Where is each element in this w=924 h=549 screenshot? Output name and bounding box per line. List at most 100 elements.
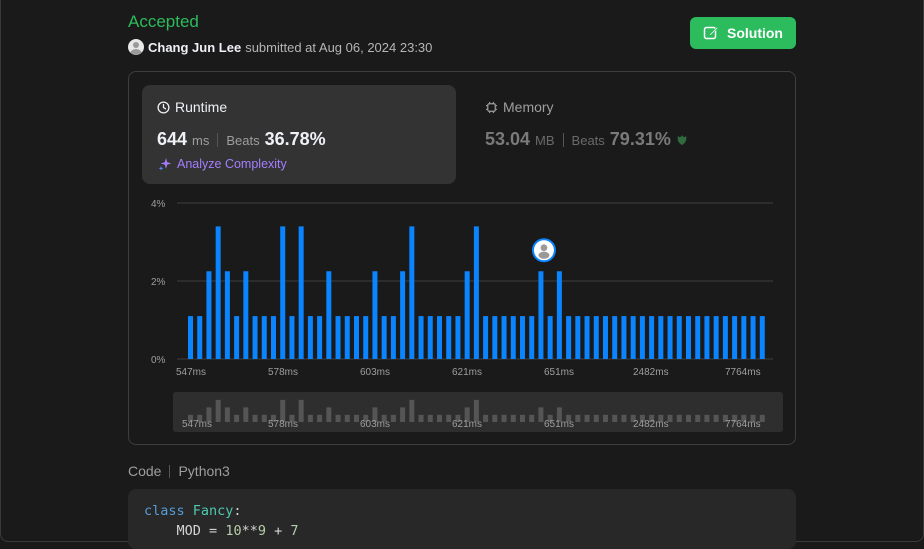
chart-bar[interactable] bbox=[215, 226, 221, 359]
chart-bar[interactable] bbox=[427, 316, 433, 359]
range-navigator[interactable]: 547ms 578ms 603ms 621ms 651ms 2482ms 776… bbox=[173, 392, 783, 432]
chart-bar[interactable] bbox=[501, 316, 507, 359]
chart-bar[interactable] bbox=[353, 316, 359, 359]
chart-bar[interactable] bbox=[750, 316, 756, 359]
chart-bar[interactable] bbox=[612, 316, 618, 359]
chart-bar[interactable] bbox=[390, 316, 396, 359]
chart-bar[interactable] bbox=[418, 316, 424, 359]
user-position-marker[interactable] bbox=[531, 238, 556, 263]
chart-bar[interactable] bbox=[335, 316, 341, 359]
navigator-bar bbox=[335, 414, 341, 422]
chart-bar[interactable] bbox=[658, 316, 664, 359]
submission-status: Accepted bbox=[128, 12, 199, 31]
chart-bar[interactable] bbox=[649, 316, 655, 359]
chart-bar[interactable] bbox=[252, 316, 258, 359]
analyze-label: Analyze Complexity bbox=[177, 157, 287, 171]
chart-bar[interactable] bbox=[270, 316, 276, 359]
chart-bar[interactable] bbox=[584, 316, 590, 359]
chart-bar[interactable] bbox=[280, 226, 286, 359]
chart-bar[interactable] bbox=[307, 316, 313, 359]
chart-bar[interactable] bbox=[298, 226, 304, 359]
chart-bar[interactable] bbox=[519, 316, 525, 359]
chart-bar[interactable] bbox=[722, 316, 728, 359]
solution-button[interactable]: Solution bbox=[690, 17, 796, 49]
chart-bar[interactable] bbox=[676, 316, 682, 359]
chart-bar[interactable] bbox=[510, 316, 516, 359]
chart-bar[interactable] bbox=[363, 316, 369, 359]
navigator-bar bbox=[519, 414, 525, 422]
runtime-tab[interactable]: Runtime 644 ms Beats 36.78% Analyze Comp… bbox=[142, 85, 456, 184]
chart-bar[interactable] bbox=[741, 316, 747, 359]
submission-meta: Chang Jun Lee submitted at Aug 06, 2024 … bbox=[128, 38, 432, 56]
chart-bar[interactable] bbox=[261, 316, 267, 359]
navigator-bar bbox=[307, 414, 313, 422]
navigator-bar bbox=[621, 414, 627, 422]
chart-bar[interactable] bbox=[713, 316, 719, 359]
chart-bar[interactable] bbox=[695, 316, 701, 359]
chart-bar[interactable] bbox=[704, 316, 710, 359]
runtime-label: Runtime bbox=[175, 99, 228, 115]
chart-bar[interactable] bbox=[639, 316, 645, 359]
chart-bar[interactable] bbox=[685, 316, 691, 359]
chart-bar[interactable] bbox=[492, 316, 498, 359]
chart-bar[interactable] bbox=[436, 316, 442, 359]
x-tick-label: 603ms bbox=[360, 367, 390, 378]
chart-bar[interactable] bbox=[732, 316, 738, 359]
chart-bar[interactable] bbox=[667, 316, 673, 359]
chart-bar[interactable] bbox=[197, 316, 203, 359]
memory-tab[interactable]: Memory 53.04 MB Beats 79.31% bbox=[470, 85, 780, 184]
navigator-x-label: 578ms bbox=[268, 419, 298, 430]
chart-bar[interactable] bbox=[593, 316, 599, 359]
chart-bar[interactable] bbox=[224, 271, 230, 359]
code-class-name: Fancy bbox=[192, 503, 234, 519]
chart-bar[interactable] bbox=[455, 316, 461, 359]
chart-bar[interactable] bbox=[547, 316, 553, 359]
chart-bar[interactable] bbox=[483, 316, 489, 359]
chart-bar[interactable] bbox=[473, 226, 479, 359]
chart-bar[interactable] bbox=[759, 316, 765, 359]
divider bbox=[562, 132, 564, 147]
chart-bar[interactable] bbox=[381, 316, 387, 359]
clock-icon bbox=[157, 100, 170, 114]
navigator-x-label: 2482ms bbox=[633, 419, 669, 430]
code-operator: = bbox=[209, 523, 218, 539]
analyze-complexity-link[interactable]: Analyze Complexity bbox=[158, 157, 287, 171]
code-operator: + bbox=[274, 523, 283, 539]
navigator-bar bbox=[234, 414, 240, 422]
chart-bar[interactable] bbox=[188, 316, 193, 359]
chart-bar[interactable] bbox=[289, 316, 295, 359]
chart-bar[interactable] bbox=[344, 316, 350, 359]
navigator-bar bbox=[298, 399, 304, 422]
navigator-bar bbox=[612, 414, 618, 422]
chart-bar[interactable] bbox=[372, 271, 378, 359]
chart-bar[interactable] bbox=[317, 316, 323, 359]
chart-bar[interactable] bbox=[538, 271, 544, 359]
memory-beats-value: 79.31% bbox=[609, 129, 671, 149]
navigator-bar bbox=[575, 414, 581, 422]
chart-bar[interactable] bbox=[326, 271, 332, 359]
x-tick-label: 578ms bbox=[268, 367, 298, 378]
chart-bar[interactable] bbox=[446, 316, 452, 359]
code-keyword: class bbox=[144, 503, 185, 519]
chart-bar[interactable] bbox=[234, 316, 240, 359]
chart-bar[interactable] bbox=[464, 271, 470, 359]
chart-bar[interactable] bbox=[556, 271, 562, 359]
chart-bar[interactable] bbox=[206, 271, 212, 359]
x-tick-label: 7764ms bbox=[725, 367, 761, 378]
chart-bar[interactable] bbox=[409, 226, 415, 359]
chart-bar[interactable] bbox=[529, 316, 535, 359]
chart-bar[interactable] bbox=[621, 316, 627, 359]
navigator-x-label: 651ms bbox=[544, 419, 574, 430]
navigator-bar bbox=[676, 414, 682, 422]
chart-bar[interactable] bbox=[566, 316, 572, 359]
chart-bar[interactable] bbox=[575, 316, 581, 359]
avatar[interactable] bbox=[128, 39, 144, 55]
navigator-bar bbox=[713, 414, 719, 422]
chart-bar[interactable] bbox=[630, 316, 636, 359]
navigator-bar bbox=[483, 414, 489, 422]
chart-bar[interactable] bbox=[243, 271, 249, 359]
chart-bar[interactable] bbox=[400, 271, 406, 359]
chart-bar[interactable] bbox=[602, 316, 608, 359]
username[interactable]: Chang Jun Lee bbox=[148, 40, 241, 55]
code-block[interactable]: class Fancy: MOD = 10**9 + 7 bbox=[128, 489, 796, 549]
